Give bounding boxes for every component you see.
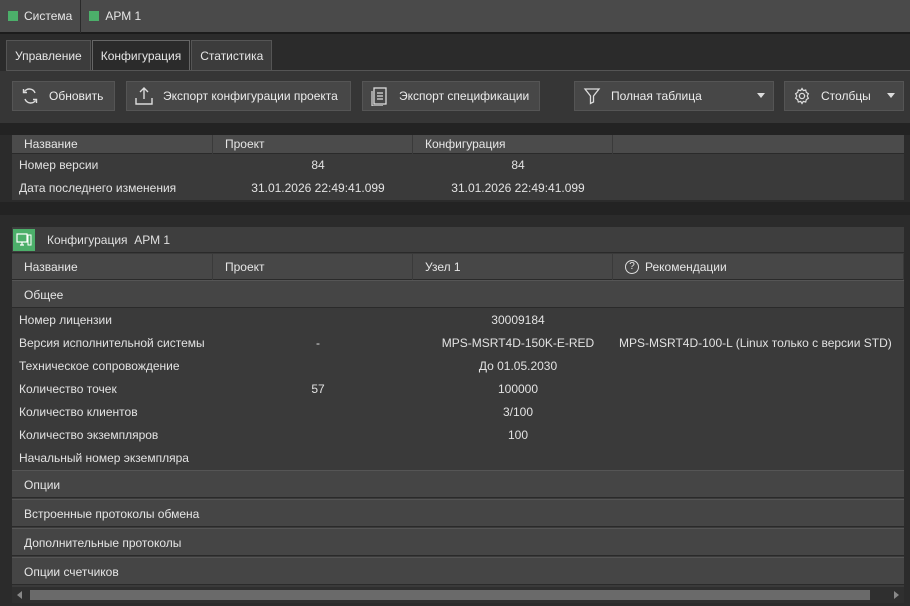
document-icon [369, 85, 391, 107]
node-square-icon [8, 11, 18, 21]
row-project-value: 84 [311, 158, 325, 172]
row-project-value [218, 355, 418, 378]
table-row[interactable]: Количество клиентов 3/100 [12, 401, 904, 424]
tab-management[interactable]: Управление [6, 40, 91, 70]
column-header-name[interactable]: Название [12, 135, 213, 154]
row-name: Количество точек [19, 382, 117, 396]
column-header-recommendations[interactable]: ? Рекомендации [613, 254, 904, 280]
filter-label: Полная таблица [611, 89, 702, 103]
row-name: Дата последнего изменения [19, 181, 177, 195]
row-node-value: До 01.05.2030 [478, 359, 558, 373]
gear-icon [791, 85, 813, 107]
row-name: Версия исполнительной системы [19, 336, 205, 350]
row-node-value: MPS-MSRT4D-150K-E-RED [441, 336, 595, 350]
refresh-button[interactable]: Обновить [12, 81, 115, 111]
row-name: Техническое сопровождение [19, 359, 180, 373]
computer-icon [13, 228, 35, 251]
column-header-config[interactable]: Конфигурация [413, 135, 613, 154]
config-panel-title: Конфигурация АРМ 1 [47, 232, 171, 247]
row-project-value [218, 401, 418, 424]
config-panel: Конфигурация АРМ 1 Название Проект Узел … [12, 227, 904, 603]
columns-label: Столбцы [821, 89, 871, 103]
tab-configuration[interactable]: Конфигурация [91, 40, 191, 70]
version-table: Название Проект Конфигурация Номер верси… [12, 135, 904, 200]
export-config-button[interactable]: Экспорт конфигурации проекта [126, 81, 351, 111]
row-name: Номер лицензии [19, 313, 112, 327]
table-row[interactable]: Дата последнего изменения 31.01.2026 22:… [12, 177, 904, 200]
tab-bar: Управление Конфигурация Статистика [6, 40, 273, 70]
help-icon: ? [625, 260, 639, 274]
row-node-value: 30009184 [491, 313, 545, 327]
export-config-label: Экспорт конфигурации проекта [163, 89, 338, 103]
scroll-right-icon[interactable] [894, 591, 899, 599]
group-additional-protocols[interactable]: Дополнительные протоколы [12, 528, 904, 556]
table-row[interactable]: Количество точек 57 100000 [12, 378, 904, 401]
refresh-label: Обновить [49, 89, 104, 103]
row-node-value: 100000 [497, 382, 539, 396]
chevron-down-icon [887, 93, 895, 98]
row-node-value [418, 447, 618, 470]
row-project-value [218, 309, 418, 332]
group-builtin-protocols[interactable]: Встроенные протоколы обмена [12, 499, 904, 527]
breadcrumb-item-arm[interactable]: АРМ 1 [81, 0, 149, 32]
row-recommendation: MPS-MSRT4D-100-L (Linux только с версии … [619, 336, 892, 350]
column-header-project[interactable]: Проект [213, 254, 413, 280]
column-header-project[interactable]: Проект [213, 135, 413, 154]
breadcrumb-label: Система [24, 9, 73, 23]
node-square-icon [89, 11, 100, 21]
row-name: Начальный номер экземпляра [19, 451, 189, 465]
row-config-value: 84 [511, 158, 525, 172]
export-icon [133, 85, 155, 107]
row-node-value: 100 [507, 428, 529, 442]
breadcrumb: Система АРМ 1 [0, 0, 910, 34]
breadcrumb-label: АРМ 1 [105, 9, 142, 23]
row-name: Количество экземпляров [19, 428, 159, 442]
table-row[interactable]: Количество экземпляров 100 [12, 424, 904, 447]
columns-dropdown[interactable]: Столбцы [784, 81, 904, 111]
table-row[interactable]: Номер версии 84 84 [12, 154, 904, 177]
group-general[interactable]: Общее [12, 280, 904, 308]
row-project-value: - [316, 336, 320, 350]
row-node-value: 3/100 [502, 405, 534, 419]
tab-statistics[interactable]: Статистика [191, 40, 273, 70]
horizontal-scrollbar[interactable] [12, 587, 904, 603]
table-filter-dropdown[interactable]: Полная таблица [574, 81, 774, 111]
table-row[interactable]: Номер лицензии 30009184 [12, 309, 904, 332]
table-row[interactable]: Начальный номер экземпляра [12, 447, 904, 470]
config-panel-header: Конфигурация АРМ 1 [12, 227, 904, 253]
scrollbar-thumb[interactable] [30, 590, 870, 600]
row-project-value [218, 424, 418, 447]
row-project-value: 57 [311, 382, 325, 396]
group-counter-options[interactable]: Опции счетчиков [12, 557, 904, 585]
group-options[interactable]: Опции [12, 470, 904, 498]
breadcrumb-item-system[interactable]: Система [0, 0, 80, 32]
scroll-left-icon[interactable] [17, 591, 22, 599]
refresh-icon [19, 85, 41, 107]
table-row[interactable]: Техническое сопровождение До 01.05.2030 [12, 355, 904, 378]
chevron-down-icon [757, 93, 765, 98]
section-divider [0, 123, 910, 135]
column-header-label: Рекомендации [645, 260, 727, 274]
row-name: Номер версии [19, 158, 99, 172]
export-spec-label: Экспорт спецификации [399, 89, 530, 103]
table-header: Название Проект Конфигурация [12, 135, 904, 154]
filter-icon [581, 85, 603, 107]
row-project-value: 31.01.2026 22:49:41.099 [251, 181, 385, 195]
table-row[interactable]: Версия исполнительной системы - MPS-MSRT… [12, 332, 904, 355]
row-name: Количество клиентов [19, 405, 138, 419]
column-header-node[interactable]: Узел 1 [413, 254, 613, 280]
row-project-value [218, 447, 418, 470]
export-spec-button[interactable]: Экспорт спецификации [362, 81, 540, 111]
section-divider [0, 202, 910, 215]
row-config-value: 31.01.2026 22:49:41.099 [451, 181, 585, 195]
column-header-name[interactable]: Название [12, 254, 213, 280]
table-header: Название Проект Узел 1 ? Рекомендации [12, 254, 904, 280]
toolbar: Обновить Экспорт конфигурации проекта Эк… [0, 71, 910, 123]
